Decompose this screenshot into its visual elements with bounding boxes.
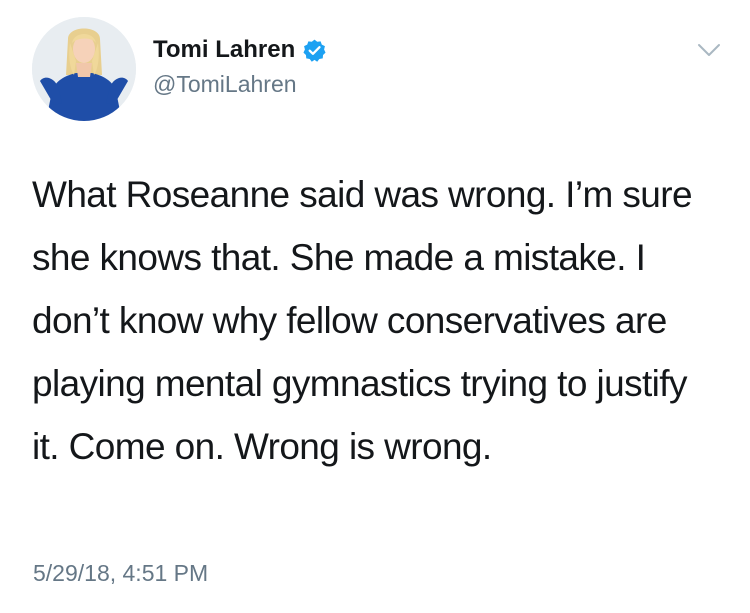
author-display-name[interactable]: Tomi Lahren xyxy=(153,36,295,64)
tweet-timestamp[interactable]: 5/29/18, 4:51 PM xyxy=(33,560,208,587)
tweet-card: Tomi Lahren @TomiLahren What Roseanne sa… xyxy=(0,0,750,613)
avatar[interactable] xyxy=(32,17,136,121)
author-name-row[interactable]: Tomi Lahren xyxy=(153,33,327,67)
tweet-text: What Roseanne said was wrong. I’m sure s… xyxy=(32,174,693,467)
verified-badge-icon xyxy=(302,38,327,63)
profile-photo-icon xyxy=(32,17,136,121)
chevron-down-icon[interactable] xyxy=(696,40,722,60)
author-handle[interactable]: @TomiLahren xyxy=(153,71,297,98)
